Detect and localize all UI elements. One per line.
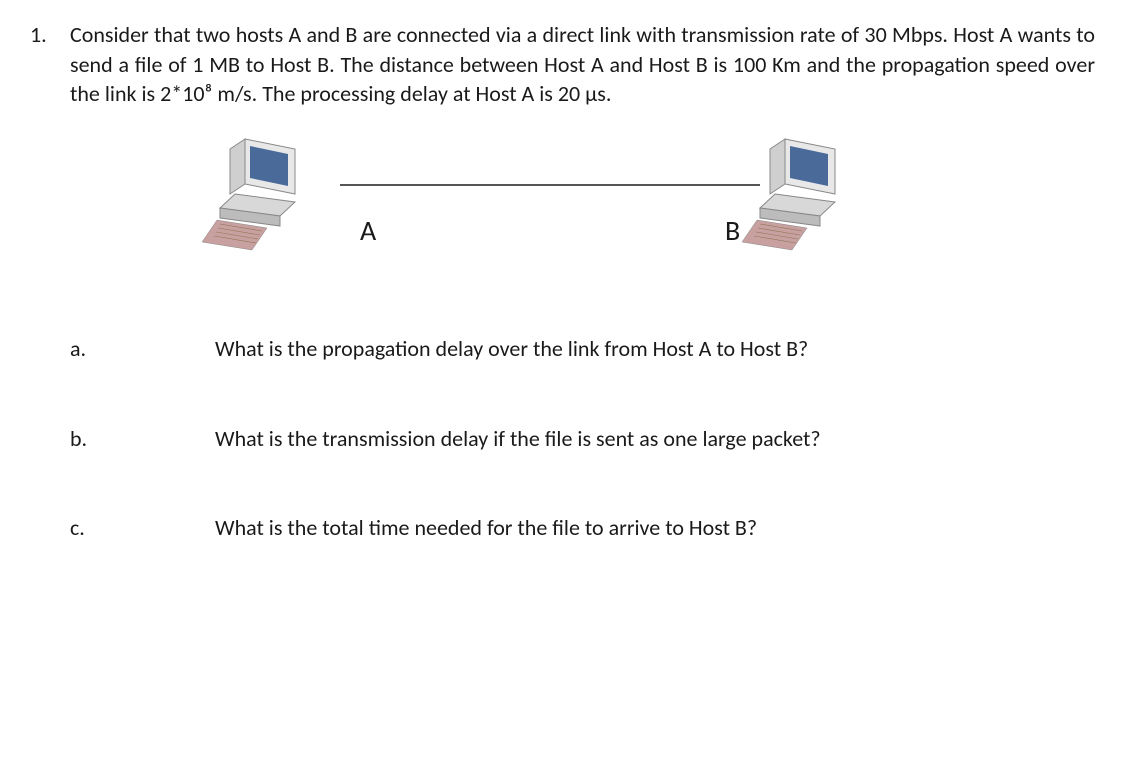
question-header: 1. Consider that two hosts A and B are c…	[30, 20, 1095, 109]
subq-text: What is the total time needed for the fi…	[215, 513, 1095, 543]
question-number: 1.	[30, 20, 70, 50]
intro-text: Consider that two hosts A and B are conn…	[70, 21, 1095, 107]
subquestion-c: c. What is the total time needed for the…	[70, 513, 1095, 543]
link-line	[340, 184, 760, 186]
label-a: A	[360, 212, 376, 250]
subquestion-b: b. What is the transmission delay if the…	[70, 424, 1095, 454]
question-intro: Consider that two hosts A and B are conn…	[70, 20, 1095, 109]
host-a-computer-icon	[200, 134, 320, 264]
subq-text: What is the transmission delay if the fi…	[215, 424, 1095, 454]
host-b-computer-icon	[740, 134, 860, 264]
subq-label: a.	[70, 334, 215, 364]
label-b: B	[725, 212, 740, 250]
network-diagram: A B	[200, 134, 1095, 284]
subq-text: What is the propagation delay over the l…	[215, 334, 1095, 364]
subq-label: c.	[70, 513, 215, 543]
subq-label: b.	[70, 424, 215, 454]
subquestion-a: a. What is the propagation delay over th…	[70, 334, 1095, 364]
